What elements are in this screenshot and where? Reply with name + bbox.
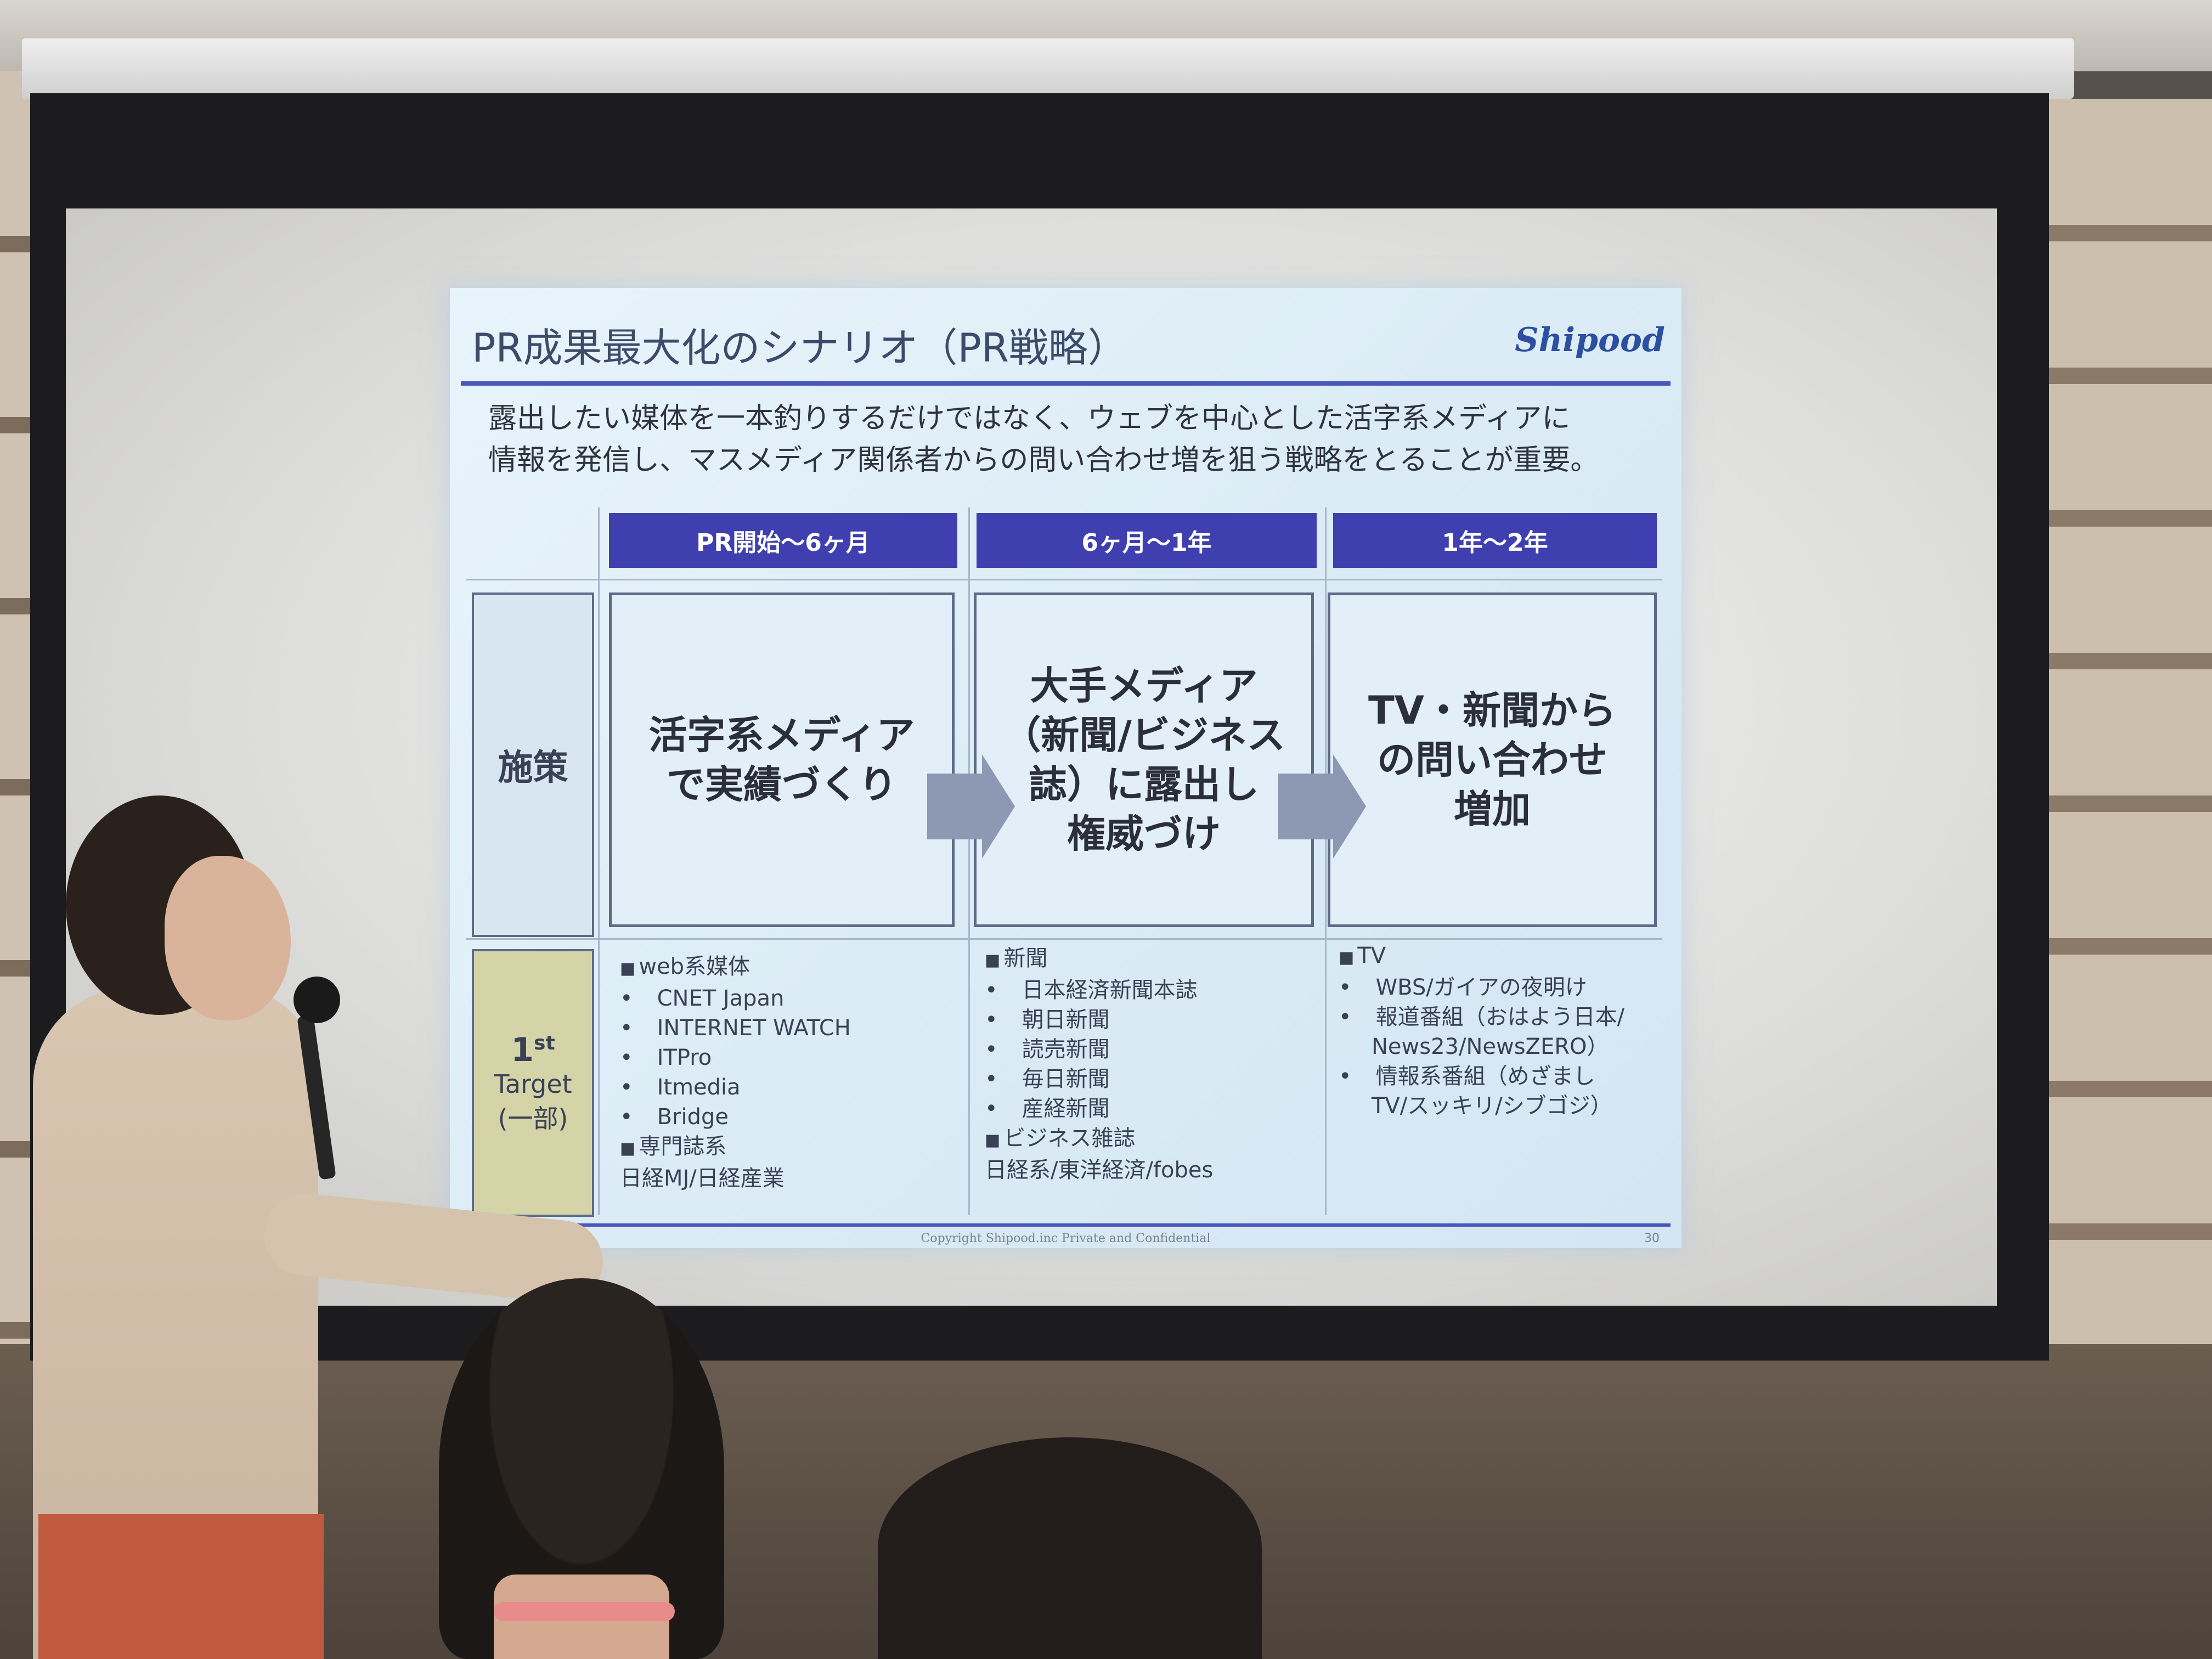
list-item: 日経MJ/日経産業 (620, 1166, 785, 1191)
list-heading: TV (1339, 941, 1662, 973)
arrow-right-icon (982, 754, 1015, 859)
list-item: 報道番組（おはよう日本/ (1339, 1002, 1662, 1032)
list-item: 読売新聞 (985, 1035, 1314, 1064)
intro-line: 情報を発信し、マスメディア関係者からの問い合わせ増を狙う戦略をとることが重要。 (488, 444, 1599, 477)
list-heading: web系媒体 (620, 952, 960, 984)
row-label-measure: 施策 (472, 592, 594, 937)
measure-line: 大手メディア (1030, 663, 1258, 708)
list-heading: 専門誌系 (620, 1132, 960, 1164)
measure-line: 誌）に露出し (1028, 762, 1259, 807)
target-list: 新聞 日本経済新聞本誌 朝日新聞 読売新聞 毎日新聞 産経新聞 ビジネス雑誌 日… (985, 944, 1314, 1185)
grid-line (466, 579, 1662, 580)
list-item: 日本経済新聞本誌 (985, 975, 1314, 1005)
footer-rule (461, 1223, 1671, 1227)
measure-box: 活字系メディア で実績づくり (609, 592, 955, 927)
list-item: 産経新聞 (985, 1094, 1314, 1124)
column-header: 1年～2年 (1333, 513, 1657, 568)
measure-line: の問い合わせ (1377, 737, 1607, 782)
grid-line (598, 507, 600, 1215)
target-list: TV WBS/ガイアの夜明け 報道番組（おはよう日本/ News23/NewsZ… (1339, 941, 1662, 1121)
list-heading: 新聞 (985, 944, 1314, 975)
projected-slide: PR成果最大化のシナリオ（PR戦略） Shipood 露出したい媒体を一本釣りす… (450, 288, 1681, 1248)
list-item: WBS/ガイアの夜明け (1339, 973, 1662, 1002)
target-number: 1st (511, 1031, 555, 1069)
measure-box: TV・新聞から の問い合わせ 増加 (1328, 592, 1657, 927)
measure-box: 大手メディア （新聞/ビジネス 誌）に露出し 権威づけ (974, 592, 1314, 927)
list-item: 毎日新聞 (985, 1064, 1314, 1094)
list-item: Itmedia (620, 1073, 960, 1102)
column-header: PR開始～6ヶ月 (609, 513, 957, 568)
presenter-skirt (38, 1514, 324, 1659)
measure-line: 活字系メディア (648, 713, 915, 758)
measure-line: TV・新聞から (1368, 688, 1616, 733)
list-heading: ビジネス雑誌 (985, 1124, 1314, 1155)
list-item: News23/NewsZERO） (1372, 1034, 1609, 1059)
slide-title: PR成果最大化のシナリオ（PR戦略） (472, 325, 1127, 371)
arrow-right-icon (1333, 754, 1366, 859)
screen-housing (22, 38, 2074, 99)
target-note: (一部) (498, 1104, 568, 1133)
page-number: 30 (1644, 1232, 1660, 1245)
measure-line: （新聞/ビジネス (1002, 713, 1285, 758)
list-item: ITPro (620, 1043, 960, 1073)
grid-line (968, 507, 970, 1215)
slide-intro: 露出したい媒体を一本釣りするだけではなく、ウェブを中心とした活字系メディアに 情… (488, 398, 1662, 481)
microphone-icon (294, 977, 340, 1023)
measure-line: 増加 (1454, 787, 1531, 832)
intro-line: 露出したい媒体を一本釣りするだけではなく、ウェブを中心とした活字系メディアに (488, 402, 1571, 435)
target-list: web系媒体 CNET Japan INTERNET WATCH ITPro I… (620, 952, 960, 1193)
arrow-right-icon (927, 774, 982, 839)
list-item: CNET Japan (620, 984, 960, 1013)
list-item: 朝日新聞 (985, 1005, 1314, 1035)
target-word: Target (494, 1069, 572, 1099)
list-item: TV/スッキリ/シブゴジ） (1372, 1093, 1612, 1119)
row-label-target: 1st Target (一部) (472, 949, 594, 1217)
title-rule (461, 381, 1671, 386)
measure-line: 権威づけ (1066, 811, 1221, 856)
audience-member (878, 1437, 1262, 1659)
grid-line (466, 938, 1662, 940)
copyright: Copyright Shipood.inc Private and Confid… (921, 1232, 1211, 1245)
list-item: Bridge (620, 1102, 960, 1132)
arrow-right-icon (1278, 774, 1333, 839)
lanyard (494, 1602, 675, 1621)
list-item: 情報系番組（めざまし (1339, 1062, 1662, 1091)
shipood-logo: Shipood (1515, 321, 1665, 359)
list-item: 日経系/東洋経済/fobes (985, 1158, 1214, 1183)
grid-line (1325, 507, 1327, 1215)
measure-line: で実績づくり (666, 762, 897, 807)
column-header: 6ヶ月～1年 (977, 513, 1317, 568)
list-item: INTERNET WATCH (620, 1013, 960, 1043)
